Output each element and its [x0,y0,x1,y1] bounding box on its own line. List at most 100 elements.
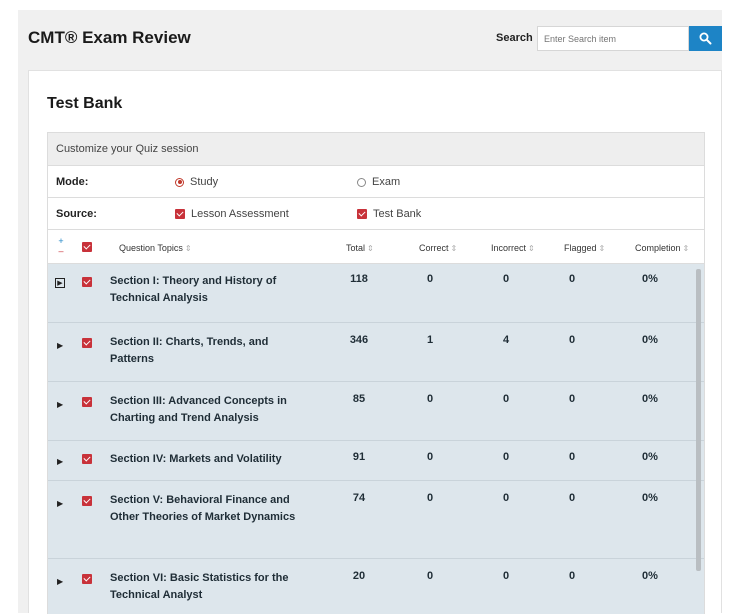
table-scrollbar[interactable] [696,269,701,571]
sort-icon: ⇕ [682,244,690,253]
source-lesson-assessment-label: Lesson Assessment [191,208,289,220]
row-incorrect: 0 [502,393,510,405]
row-topic: Section III: Advanced Concepts in Charti… [110,395,287,424]
row-incorrect: 0 [502,492,510,504]
expand-row-icon[interactable]: ▶ [57,341,63,350]
row-correct: 0 [426,273,434,285]
checkbox-checked-icon [357,209,367,219]
row-topic: Section IV: Markets and Volatility [110,453,282,465]
collapse-all-icon: – [58,246,64,256]
mode-row: Mode: Study Exam [48,166,704,198]
row-total: 74 [352,492,366,504]
source-lesson-assessment-option[interactable]: Lesson Assessment [175,208,289,220]
row-topic: Section V: Behavioral Finance and Other … [110,494,296,523]
col-completion[interactable]: Completion ⇕ [635,243,689,253]
row-completion: 0% [642,393,658,405]
select-all-checkbox[interactable] [82,242,92,252]
source-row: Source: Lesson Assessment Test Bank [48,198,704,230]
checkbox-checked-icon [175,209,185,219]
row-checkbox[interactable] [82,277,92,287]
sort-icon: ⇕ [528,244,535,253]
row-correct: 0 [426,451,434,463]
row-total: 20 [352,570,366,582]
col-correct[interactable]: Correct ⇕ [419,243,457,253]
row-correct: 0 [426,492,434,504]
sort-icon: ⇕ [598,244,606,253]
mode-exam-option[interactable]: Exam [357,176,400,188]
mode-study-label: Study [190,176,219,188]
sort-icon: ⇕ [450,244,458,253]
row-total: 85 [352,393,366,405]
radio-selected-icon [175,177,184,187]
row-total: 346 [349,334,369,346]
row-completion: 0% [642,570,658,582]
row-incorrect: 4 [502,334,510,346]
search-button[interactable] [689,26,722,51]
row-topic: Section VI: Basic Statistics for the Tec… [110,572,289,601]
row-flagged: 0 [568,570,576,582]
row-completion: 0% [642,492,658,504]
expand-row-icon[interactable]: ▶ [57,499,63,508]
row-checkbox[interactable] [82,574,92,584]
row-flagged: 0 [568,273,576,285]
table-header: + – Question Topics ⇕ Total ⇕ Correct ⇕ Inc… [48,230,704,264]
row-completion: 0% [642,273,658,285]
row-incorrect: 0 [502,451,510,463]
table-row: ▶ Section IV: Markets and Volatility 91 … [48,441,704,481]
row-checkbox[interactable] [82,338,92,348]
row-completion: 0% [642,451,658,463]
search-label: Search [496,32,533,44]
row-checkbox[interactable] [82,454,92,464]
expand-row-icon[interactable]: ▶ [57,577,63,586]
expand-row-icon[interactable]: ▶ [55,278,65,288]
row-total: 91 [352,451,366,463]
source-label: Source: [56,208,97,220]
row-correct: 1 [426,334,434,346]
table-row: ▶ Section V: Behavioral Finance and Othe… [48,481,704,559]
table-row: ▶ Section II: Charts, Trends, and Patter… [48,323,704,382]
quiz-panel: Customize your Quiz session Mode: Study … [47,132,705,614]
row-checkbox[interactable] [82,496,92,506]
table-row: ▶ Section III: Advanced Concepts in Char… [48,382,704,441]
top-bar: CMT® Exam Review Search [18,10,722,66]
search-icon [699,32,712,45]
row-flagged: 0 [568,492,576,504]
row-correct: 0 [426,570,434,582]
col-total[interactable]: Total ⇕ [346,243,374,253]
row-total: 118 [350,273,368,285]
mode-exam-label: Exam [372,176,401,188]
table-row: ▶ Section I: Theory and History of Techn… [48,264,704,323]
expand-row-icon[interactable]: ▶ [57,400,63,409]
radio-unselected-icon [357,177,366,187]
sort-icon: ⇕ [367,244,374,253]
customize-header: Customize your Quiz session [48,133,704,166]
expand-all-icon: + [58,236,64,246]
app-title: CMT® Exam Review [28,28,191,47]
row-incorrect: 0 [502,570,510,582]
sort-icon: ⇕ [184,244,192,253]
search-input[interactable] [537,26,689,51]
test-bank-card: Test Bank Customize your Quiz session Mo… [28,70,722,614]
row-correct: 0 [426,393,434,405]
page: CMT® Exam Review Search Test Bank Custom… [18,10,722,614]
row-incorrect: 0 [502,273,510,285]
card-title: Test Bank [47,95,123,112]
col-question-topics[interactable]: Question Topics ⇕ [119,243,192,253]
mode-study-option[interactable]: Study [175,176,218,188]
source-test-bank-option[interactable]: Test Bank [357,208,421,220]
table-row: ▶ Section VI: Basic Statistics for the T… [48,559,704,614]
source-test-bank-label: Test Bank [373,208,422,220]
row-topic: Section II: Charts, Trends, and Patterns [110,336,269,365]
col-incorrect[interactable]: Incorrect ⇕ [491,243,535,253]
expand-collapse-all-toggle[interactable]: + – [57,236,65,256]
table-body: ▶ Section I: Theory and History of Techn… [48,264,704,614]
row-flagged: 0 [568,451,576,463]
col-flagged[interactable]: Flagged ⇕ [564,243,605,253]
row-flagged: 0 [568,393,576,405]
row-flagged: 0 [568,334,576,346]
row-checkbox[interactable] [82,397,92,407]
expand-row-icon[interactable]: ▶ [57,457,63,466]
mode-label: Mode: [56,176,89,188]
row-completion: 0% [642,334,658,346]
row-topic: Section I: Theory and History of Technic… [110,275,277,304]
